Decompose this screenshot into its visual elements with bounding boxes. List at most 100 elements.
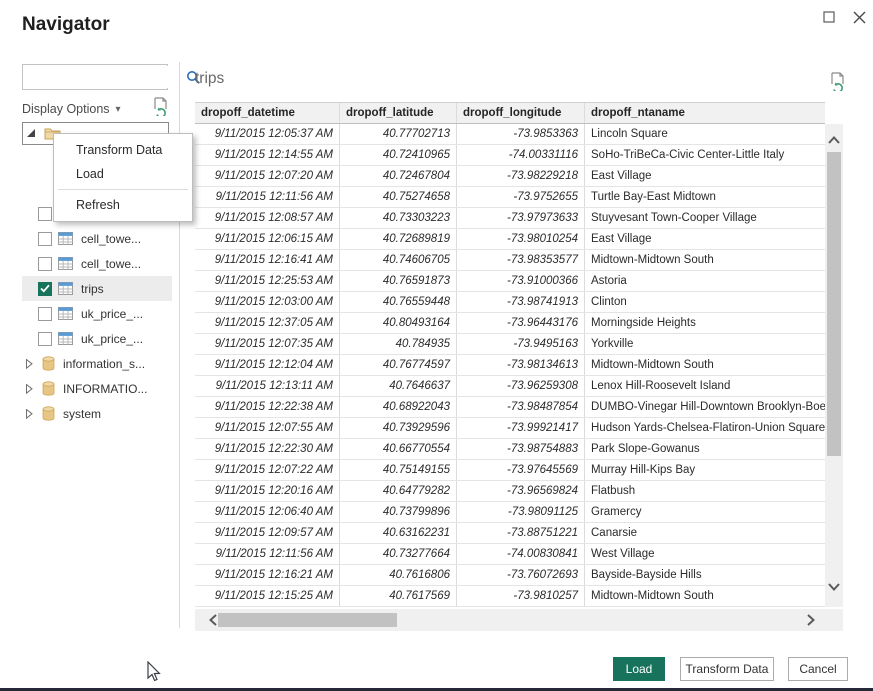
display-options-dropdown[interactable]: Display Options ▾ [22,99,121,119]
close-button[interactable] [846,6,872,28]
load-button[interactable]: Load [613,657,665,681]
maximize-icon [823,11,835,23]
table-cell: 40.80493164 [340,313,457,333]
table-row: 9/11/2015 12:07:20 AM40.72467804-73.9822… [195,166,825,187]
nav-tree: cell_towe... cell_towe... cell_towe... t… [22,201,172,426]
table-row: 9/11/2015 12:20:16 AM40.64779282-73.9656… [195,481,825,502]
table-cell: 40.73929596 [340,418,457,438]
table-cell: Yorkville [585,334,825,354]
column-header[interactable]: dropoff_latitude [340,103,457,123]
table-cell: 40.64779282 [340,481,457,501]
tree-item-table[interactable]: cell_towe... [22,251,172,276]
scroll-right-icon[interactable] [801,609,821,631]
collapsed-arrow-icon[interactable] [26,384,36,394]
table-cell: -73.91000366 [457,271,585,291]
tree-item-database[interactable]: system [22,401,172,426]
table-cell: 40.66770554 [340,439,457,459]
context-menu-separator [58,189,188,190]
table-cell: -73.98754883 [457,439,585,459]
table-row: 9/11/2015 12:16:41 AM40.74606705-73.9835… [195,250,825,271]
table-cell: 9/11/2015 12:25:53 AM [195,271,340,291]
context-menu-item[interactable]: Refresh [54,193,192,217]
vertical-scrollbar[interactable] [825,124,843,607]
chevron-down-icon: ▾ [116,104,121,115]
table-row: 9/11/2015 12:03:00 AM40.76559448-73.9874… [195,292,825,313]
table-cell: -73.9810257 [457,586,585,606]
table-cell: 9/11/2015 12:05:37 AM [195,124,340,144]
table-cell: East Village [585,166,825,186]
table-cell: Hudson Yards-Chelsea-Flatiron-Union Squa… [585,418,825,438]
collapsed-arrow-icon[interactable] [26,409,36,419]
collapsed-arrow-icon[interactable] [26,359,36,369]
table-cell: 40.784935 [340,334,457,354]
context-menu-item[interactable]: Load [54,162,192,186]
maximize-button[interactable] [816,6,842,28]
table-checkbox[interactable] [38,257,52,271]
table-cell: 40.73303223 [340,208,457,228]
table-row: 9/11/2015 12:22:38 AM40.68922043-73.9848… [195,397,825,418]
column-header[interactable]: dropoff_longitude [457,103,585,123]
tree-item-label: cell_towe... [81,232,141,246]
table-cell: -73.96259308 [457,376,585,396]
table-cell: -73.76072693 [457,565,585,585]
table-cell: -73.9752655 [457,187,585,207]
tree-item-table[interactable]: uk_price_... [22,326,172,351]
table-cell: -73.9853363 [457,124,585,144]
table-checkbox[interactable] [38,332,52,346]
refresh-preview-icon[interactable] [830,72,847,96]
table-row: 9/11/2015 12:07:22 AM40.75149155-73.9764… [195,460,825,481]
vertical-scrollbar-thumb[interactable] [827,152,841,456]
database-icon [42,356,55,371]
refresh-list-icon[interactable] [153,97,170,121]
table-checkbox[interactable] [38,282,52,296]
tree-item-database[interactable]: INFORMATIO... [22,376,172,401]
horizontal-scrollbar-thumb[interactable] [218,613,397,627]
table-checkbox[interactable] [38,207,52,221]
context-menu-item[interactable]: Transform Data [54,138,192,162]
cancel-button[interactable]: Cancel [788,657,848,681]
table-icon [58,307,73,320]
tree-item-table[interactable]: cell_towe... [22,226,172,251]
transform-data-button[interactable]: Transform Data [680,657,774,681]
table-cell: 40.74606705 [340,250,457,270]
column-header[interactable]: dropoff_ntaname [585,103,825,123]
table-cell: -73.98741913 [457,292,585,312]
table-cell: -73.98353577 [457,250,585,270]
scroll-down-icon[interactable] [825,579,843,595]
tree-item-database[interactable]: information_s... [22,351,172,376]
table-cell: Midtown-Midtown South [585,586,825,606]
table-cell: 40.7617569 [340,586,457,606]
table-row: 9/11/2015 12:06:15 AM40.72689819-73.9801… [195,229,825,250]
table-cell: 40.63162231 [340,523,457,543]
table-cell: Bayside-Bayside Hills [585,565,825,585]
table-checkbox[interactable] [38,232,52,246]
table-cell: -73.9495163 [457,334,585,354]
horizontal-scrollbar[interactable] [195,609,843,631]
tree-item-label: cell_towe... [81,257,141,271]
expanded-arrow-icon [27,129,36,138]
table-cell: Turtle Bay-East Midtown [585,187,825,207]
check-icon [40,284,50,293]
close-icon [853,11,866,24]
table-cell: 40.72689819 [340,229,457,249]
table-cell: -73.88751221 [457,523,585,543]
table-cell: 40.73799896 [340,502,457,522]
search-input[interactable] [23,66,186,88]
table-checkbox[interactable] [38,307,52,321]
table-cell: -73.98229218 [457,166,585,186]
table-cell: 9/11/2015 12:16:41 AM [195,250,340,270]
table-cell: 40.76774597 [340,355,457,375]
column-header[interactable]: dropoff_datetime [195,103,340,123]
table-cell: Morningside Heights [585,313,825,333]
database-icon [42,406,55,421]
tree-item-label: INFORMATIO... [63,382,147,396]
tree-item-table[interactable]: trips [22,276,172,301]
tree-item-table[interactable]: uk_price_... [22,301,172,326]
table-row: 9/11/2015 12:11:56 AM40.73277664-74.0083… [195,544,825,565]
table-cell: 9/11/2015 12:16:21 AM [195,565,340,585]
table-cell: 9/11/2015 12:22:30 AM [195,439,340,459]
data-preview-table: dropoff_datetimedropoff_latitudedropoff_… [195,102,825,607]
table-row: 9/11/2015 12:07:35 AM40.784935-73.949516… [195,334,825,355]
table-cell: 40.72467804 [340,166,457,186]
scroll-up-icon[interactable] [825,132,843,148]
